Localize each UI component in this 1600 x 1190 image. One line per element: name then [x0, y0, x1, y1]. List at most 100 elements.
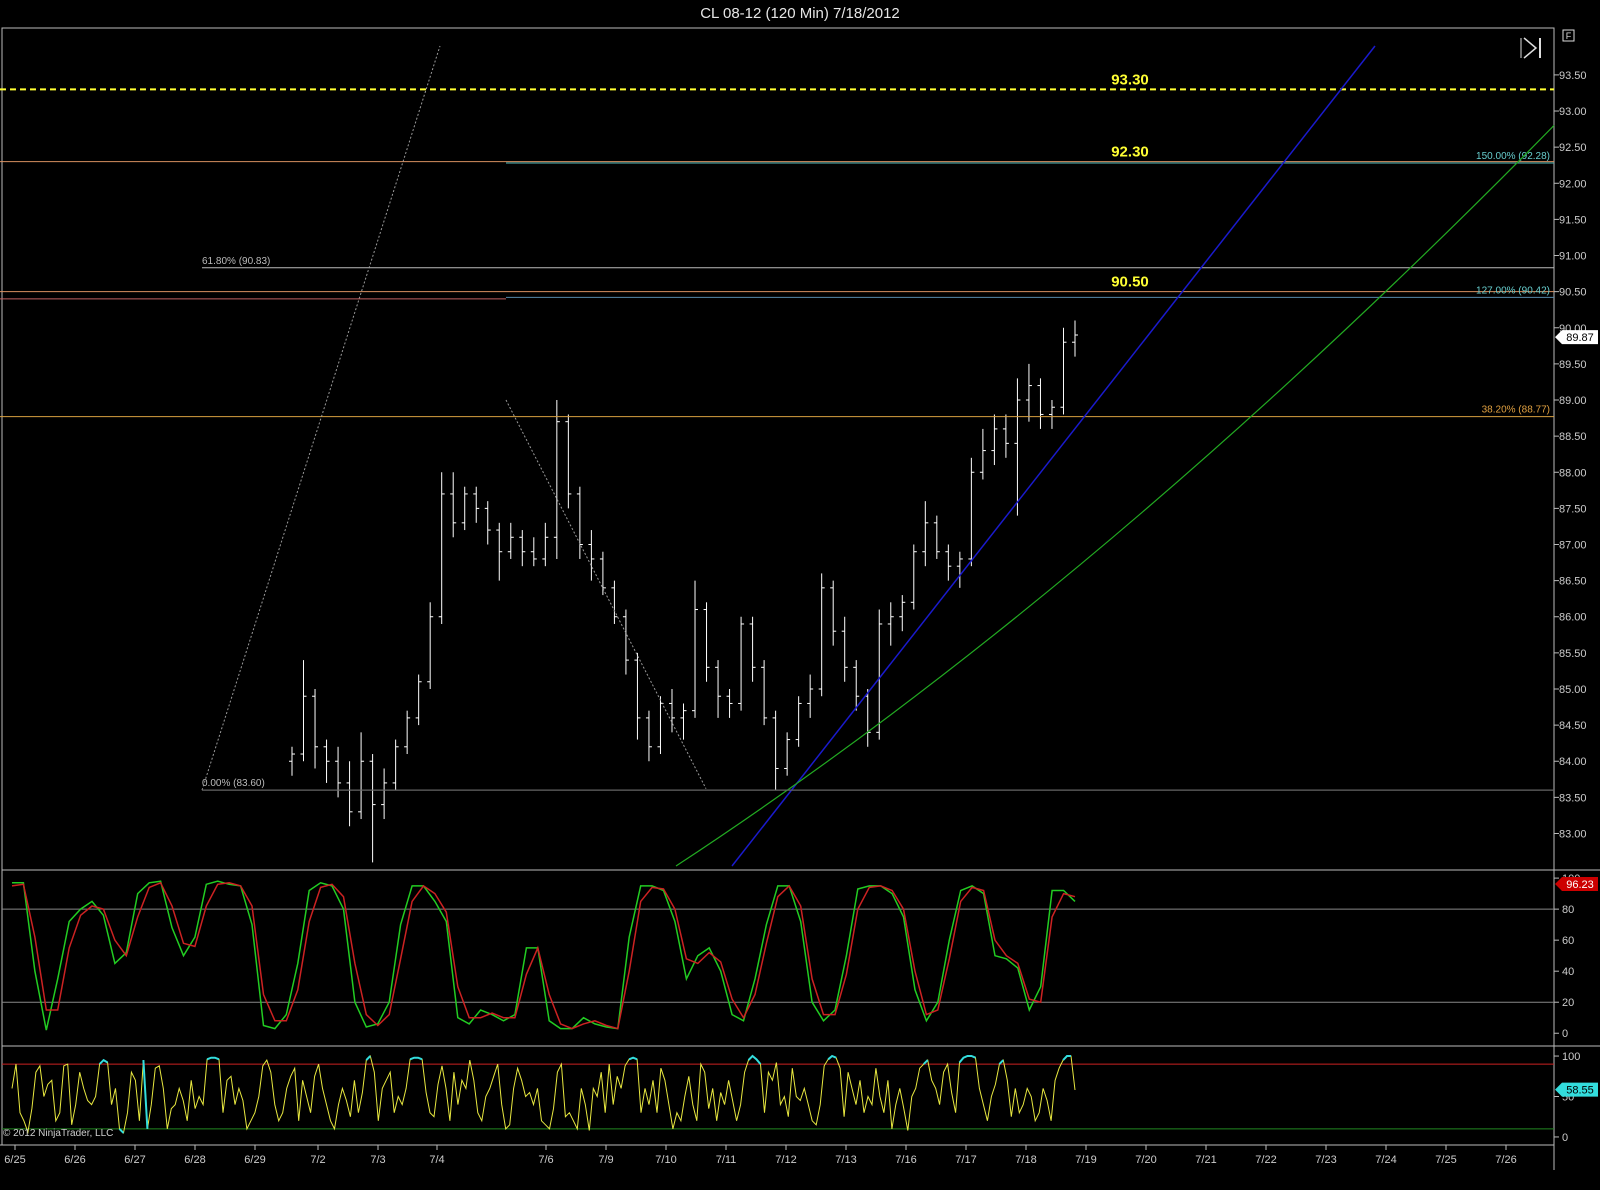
- x-tick-label: 7/16: [895, 1154, 916, 1166]
- candle: [1048, 400, 1055, 429]
- candle: [611, 580, 618, 624]
- x-tick-label: 7/2: [310, 1154, 325, 1166]
- candle: [645, 710, 652, 762]
- candle: [369, 754, 376, 863]
- lower-extreme-segment: [365, 1055, 372, 1061]
- fib-label: 0.00% (83.60): [202, 778, 265, 789]
- candle: [1037, 378, 1044, 429]
- fib-label: 38.20% (88.77): [1482, 405, 1550, 416]
- lower-indicator-panel[interactable]: [2, 1054, 1554, 1135]
- x-tick-label: 7/26: [1495, 1154, 1516, 1166]
- candle: [956, 551, 963, 588]
- price-tick-label: 84.00: [1559, 756, 1587, 768]
- candle: [1060, 327, 1067, 415]
- x-tick-label: 7/24: [1375, 1154, 1396, 1166]
- candle: [634, 652, 641, 740]
- fib-label: 61.80% (90.83): [202, 256, 270, 267]
- x-tick-label: 7/18: [1015, 1154, 1036, 1166]
- price-tick-label: 91.00: [1559, 251, 1587, 263]
- candle: [300, 660, 307, 762]
- last-price-label: 89.87: [1566, 332, 1594, 344]
- price-tick-label: 87.50: [1559, 503, 1587, 515]
- f-button[interactable]: F: [1562, 29, 1575, 42]
- x-tick-label: 6/27: [124, 1154, 145, 1166]
- lower-extreme-segment: [409, 1056, 423, 1061]
- lower-value-label: 58.55: [1566, 1085, 1594, 1097]
- candle: [899, 595, 906, 632]
- candle: [461, 486, 468, 531]
- price-tick-label: 88.00: [1559, 467, 1587, 479]
- price-tick-label: 91.50: [1559, 214, 1587, 226]
- fib-extension-line: [201, 45, 441, 791]
- candle: [968, 457, 975, 567]
- candle: [979, 428, 986, 480]
- stochastic-panel[interactable]: [2, 880, 1554, 1031]
- price-tick-label: 93.50: [1559, 70, 1587, 82]
- candle: [565, 414, 572, 509]
- panel-frames: [0, 27, 1600, 1170]
- copyright-text: © 2012 NinjaTrader, LLC: [3, 1128, 114, 1139]
- stoch-tick-label: 40: [1562, 966, 1574, 978]
- candle: [1014, 378, 1021, 516]
- candle: [1002, 414, 1009, 458]
- fib-label: 150.00% (92.28): [1476, 151, 1550, 162]
- lower-extreme-segment: [206, 1056, 220, 1061]
- candle: [622, 609, 629, 675]
- candle: [415, 674, 422, 726]
- x-tick-label: 7/20: [1135, 1154, 1156, 1166]
- x-tick-label: 7/21: [1195, 1154, 1216, 1166]
- x-tick-label: 7/10: [655, 1154, 676, 1166]
- candle: [323, 739, 330, 783]
- blue-trend-line: [731, 45, 1376, 867]
- x-tick-label: 7/22: [1255, 1154, 1276, 1166]
- x-tick-label: 7/4: [429, 1154, 444, 1166]
- candle: [450, 472, 457, 538]
- candle: [887, 602, 894, 646]
- candle: [864, 688, 871, 747]
- candle: [784, 732, 791, 776]
- x-tick-label: 6/26: [64, 1154, 85, 1166]
- lower-extreme-segment: [142, 1060, 149, 1129]
- fib-swing-line: [505, 399, 707, 789]
- candle: [438, 472, 445, 624]
- candle: [795, 696, 802, 747]
- candle: [1025, 363, 1032, 422]
- lower-extreme-segment: [118, 1128, 125, 1134]
- candle: [715, 660, 722, 718]
- price-tick-label: 89.50: [1559, 359, 1587, 371]
- candle: [427, 602, 434, 689]
- candle: [668, 688, 675, 733]
- price-tick-label: 88.50: [1559, 431, 1587, 443]
- candle: [830, 580, 837, 646]
- x-tick-label: 6/28: [184, 1154, 205, 1166]
- x-tick-label: 7/23: [1315, 1154, 1336, 1166]
- price-tick-label: 83.00: [1559, 828, 1587, 840]
- chart-canvas[interactable]: 93.30 92.30 90.50 61.80% (90.83) 0.00% (83.6…: [0, 0, 1600, 1190]
- candle: [542, 522, 549, 567]
- stoch-tick-label: 20: [1562, 997, 1574, 1009]
- fib-label: 127.00% (90.42): [1476, 285, 1550, 296]
- price-panel[interactable]: 93.30 92.30 90.50 61.80% (90.83) 0.00% (83.6…: [0, 45, 1555, 867]
- x-tick-label: 6/29: [244, 1154, 265, 1166]
- stoch-d-line: [11, 881, 1076, 1030]
- candle: [507, 522, 514, 559]
- candle: [910, 544, 917, 610]
- price-tick-label: 90.50: [1559, 287, 1587, 299]
- scroll-end-icon[interactable]: [1520, 37, 1541, 59]
- candle: [933, 515, 940, 559]
- x-tick-label: 7/17: [955, 1154, 976, 1166]
- price-level-label: 90.50: [1111, 274, 1149, 291]
- price-tick-label: 85.00: [1559, 684, 1587, 696]
- candle: [346, 761, 353, 827]
- candle: [289, 746, 295, 776]
- candle: [358, 732, 365, 820]
- candle: [530, 537, 537, 567]
- price-tick-label: 92.50: [1559, 142, 1587, 154]
- candle: [553, 400, 560, 559]
- candle: [484, 501, 491, 545]
- f-button-label: F: [1566, 31, 1572, 41]
- price-level-label: 93.30: [1111, 71, 1149, 88]
- lower-series-line: [11, 1055, 1076, 1135]
- candle: [922, 501, 929, 567]
- price-tick-label: 83.50: [1559, 792, 1587, 804]
